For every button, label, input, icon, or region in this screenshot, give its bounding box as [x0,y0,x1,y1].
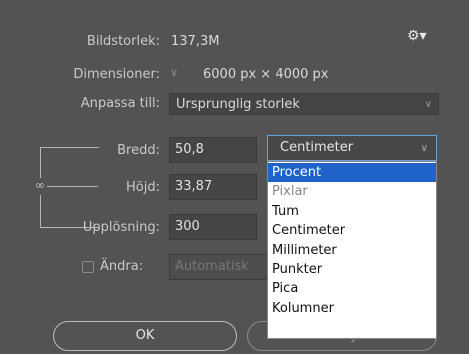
chevron-down-icon: ∨ [424,99,432,110]
dimensions-label: Dimensioner: [73,67,160,82]
unit-select-value: Centimeter [280,140,354,155]
unit-option-pica[interactable]: Pica [268,279,436,298]
unit-option-millimeters[interactable]: Millimeter [268,241,436,260]
image-size-label: Bildstorlek: [86,34,160,49]
ok-button[interactable]: OK [53,321,237,351]
unit-option-pixels: Pixlar [272,184,308,200]
chain-link-icon[interactable]: ∞ [33,178,47,194]
resolution-input[interactable]: 300 [169,214,257,240]
fit-to-label: Anpassa till: [80,96,160,111]
fit-to-select[interactable]: Ursprunglig storlek ∨ [169,93,439,115]
image-size-dialog: Bildstorlek: 137,3M ⚙▾ Dimensioner: ∨ 60… [0,0,469,354]
unit-select[interactable]: Centimeter ∨ [267,135,437,161]
chevron-down-icon[interactable]: ∨ [170,66,192,82]
link-bracket-top [40,147,99,180]
unit-option-points[interactable]: Punkter [268,260,436,279]
image-size-value: 137,3M [171,34,220,49]
resample-label: Ändra: [100,259,144,274]
resample-checkbox[interactable] [82,261,94,273]
unit-option-percent[interactable]: Procent [268,163,436,183]
resolution-label: Upplösning: [82,220,160,235]
width-input[interactable]: 50,8 [169,137,257,163]
link-bracket-middle [46,186,98,187]
unit-option-inches[interactable]: Tum [268,202,436,221]
resample-select[interactable]: Automatisk [169,254,269,280]
chevron-down-icon: ∨ [420,143,428,154]
unit-dropdown-menu: Procent Pixlar Tum Centimeter Millimeter… [267,161,437,339]
height-label: Höjd: [126,180,160,195]
unit-option-centimeters[interactable]: Centimeter [268,221,436,240]
fit-to-value: Ursprunglig storlek [176,97,300,112]
dimensions-value: 6000 px × 4000 px [203,67,329,82]
gear-icon[interactable]: ⚙▾ [407,28,429,46]
height-input[interactable]: 33,87 [169,174,257,200]
width-label: Bredd: [117,143,160,158]
unit-option-columns[interactable]: Kolumner [268,299,436,318]
